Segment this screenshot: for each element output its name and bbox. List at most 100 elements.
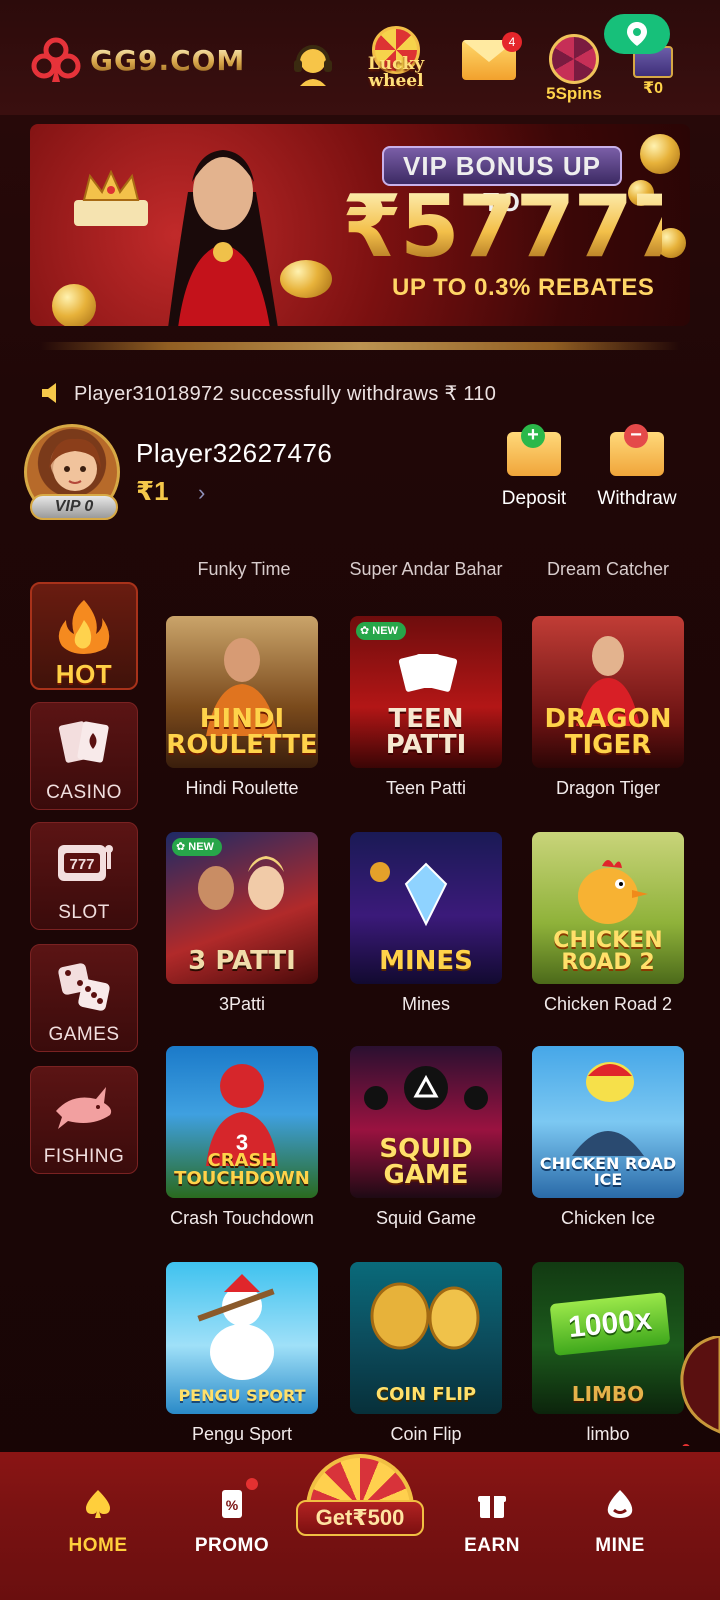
category-label: GAMES [48, 1024, 120, 1045]
chevron-right-icon[interactable]: › [198, 480, 205, 506]
game-caption: Chicken Road 2 [543, 994, 673, 1014]
vault-button[interactable]: ₹0 [630, 46, 676, 102]
category-label: HOT [55, 659, 113, 689]
tile-title: MINES [379, 946, 473, 976]
game-caption: 3Patti [218, 994, 266, 1014]
promo-banner[interactable]: VIP BONUS UP TO ₹57777 UP TO 0.3% REBATE… [30, 124, 690, 326]
game-card-hindi-roulette[interactable]: HINDI ROULETTE Hindi Roulette [166, 616, 318, 799]
nav-label: HOME [68, 1535, 128, 1556]
game-thumbnail: ✿ NEW 3 PATTI [166, 832, 318, 984]
tile-title: CHICKEN ROAD ICE [539, 1154, 677, 1189]
game-thumbnail: ✿ NEW TEEN PATTI [350, 616, 502, 768]
banner-divider [40, 342, 680, 350]
floating-promo-icon[interactable] [676, 1336, 720, 1446]
deposit-button[interactable]: + Deposit [489, 424, 579, 510]
coin-decoration [52, 284, 96, 326]
clover-logo-icon [30, 36, 82, 84]
category-label: SLOT [58, 902, 110, 923]
wallet-plus-icon: + [507, 424, 561, 476]
vault-balance: ₹0 [642, 80, 664, 97]
site-logo[interactable]: GG9.COM [30, 36, 245, 84]
lucky-wheel-label: Lucky wheel [367, 54, 425, 91]
tile-title: PENGU SPORT [178, 1386, 306, 1405]
player-name: Player32627476 [136, 438, 333, 468]
game-thumbnail: COIN FLIP [350, 1262, 502, 1414]
game-caption: Dragon Tiger [555, 778, 661, 798]
game-card-chicken-road-2[interactable]: CHICKEN ROAD 2 Chicken Road 2 [532, 832, 684, 1015]
withdraw-label: Withdraw [597, 488, 677, 509]
nav-earn[interactable]: EARN [442, 1488, 542, 1557]
game-card-crash-touchdown[interactable]: 3 CRASH TOUCHDOWN Crash Touchdown [166, 1046, 318, 1229]
get-bonus-label: Get₹500 [296, 1500, 424, 1536]
lucky-wheel-button[interactable]: Lucky wheel [364, 26, 428, 98]
category-hot[interactable]: HOT [30, 582, 138, 690]
game-caption: limbo [586, 1424, 630, 1444]
category-casino[interactable]: CASINO [30, 702, 138, 810]
game-card-limbo[interactable]: 1000x LIMBO limbo [532, 1262, 684, 1445]
game-thumbnail: HINDI ROULETTE [166, 616, 318, 768]
speaker-icon [42, 383, 56, 403]
game-card-mines[interactable]: MINES Mines [350, 832, 502, 1015]
discount-coupon-icon: % [222, 1490, 242, 1518]
category-label: CASINO [46, 782, 122, 803]
get-bonus-wheel-button[interactable]: Get₹500 [296, 1440, 424, 1548]
cutoff-caption: Funky Time [197, 559, 291, 579]
game-caption: Chicken Ice [560, 1208, 656, 1228]
game-thumbnail: 3 CRASH TOUCHDOWN [166, 1046, 318, 1198]
free-spins-button[interactable]: 5Spins [538, 34, 610, 103]
player-balance: ₹1 [136, 476, 169, 506]
spin-wheel-icon [549, 34, 599, 84]
headset-icon [294, 45, 332, 86]
game-thumbnail: PENGU SPORT [166, 1262, 318, 1414]
nav-home[interactable]: HOME [48, 1488, 148, 1557]
category-slot[interactable]: 777 SLOT [30, 822, 138, 930]
game-thumbnail: CHICKEN ROAD ICE [532, 1046, 684, 1198]
nav-mine[interactable]: MINE [570, 1488, 670, 1557]
cutoff-caption: Dream Catcher [546, 559, 670, 579]
user-profile-icon [607, 1490, 633, 1518]
tile-title: 3 PATTI [188, 946, 296, 976]
category-games[interactable]: GAMES [30, 944, 138, 1052]
tile-title: CHICKEN ROAD 2 [553, 928, 663, 975]
coin-decoration [640, 134, 680, 174]
ticker-text: Player31018972 successfully withdraws ₹ … [74, 382, 497, 405]
game-thumbnail: SQUID GAME [350, 1046, 502, 1198]
cutoff-caption: Super Andar Bahar [349, 559, 503, 579]
game-card-teen-patti[interactable]: ✿ NEW TEEN PATTI Teen Patti [350, 616, 502, 799]
playing-cards-icon [58, 721, 109, 763]
game-thumbnail: CHICKEN ROAD 2 [532, 832, 684, 984]
category-fishing[interactable]: FISHING [30, 1066, 138, 1174]
spade-icon [86, 1490, 110, 1518]
withdraw-ticker: Player31018972 successfully withdraws ₹ … [40, 378, 690, 408]
game-card-pengu-sport[interactable]: PENGU SPORT Pengu Sport [166, 1262, 318, 1445]
svg-text:%: % [226, 1497, 239, 1513]
nav-label: EARN [464, 1535, 520, 1556]
game-thumbnail: MINES [350, 832, 502, 984]
location-pill[interactable] [604, 14, 670, 54]
tile-title: SQUID GAME [379, 1134, 473, 1190]
logo-text: GG9.COM [90, 43, 246, 77]
game-card-coin-flip[interactable]: COIN FLIP Coin Flip [350, 1262, 502, 1445]
nav-promo[interactable]: % PROMO [182, 1488, 282, 1557]
game-card-chicken-ice[interactable]: CHICKEN ROAD ICE Chicken Ice [532, 1046, 684, 1229]
dice-icon [58, 963, 110, 1011]
game-thumbnail: DRAGON TIGER [532, 616, 684, 768]
shark-icon [56, 1087, 112, 1129]
nav-label: PROMO [194, 1535, 270, 1556]
vip-level-badge: VIP 0 [30, 494, 118, 520]
customer-support-button[interactable] [288, 38, 338, 88]
rebates-text: UP TO 0.3% REBATES [392, 274, 655, 301]
tile-title: COIN FLIP [375, 1384, 477, 1405]
game-card-3patti[interactable]: ✿ NEW 3 PATTI 3Patti [166, 832, 318, 1015]
messages-button[interactable]: 4 [462, 32, 522, 84]
withdraw-button[interactable]: − Withdraw [592, 424, 682, 510]
svg-text:777: 777 [69, 856, 94, 873]
wallet-minus-icon: − [610, 424, 664, 476]
game-card-dragon-tiger[interactable]: DRAGON TIGER Dragon Tiger [532, 616, 684, 799]
location-pin-icon [627, 22, 647, 46]
game-caption: Mines [401, 994, 450, 1014]
multiplier-plate: 1000x [549, 1292, 671, 1356]
game-caption: Teen Patti [385, 778, 467, 798]
unread-badge: 4 [502, 32, 522, 52]
game-card-squid-game[interactable]: SQUID GAME Squid Game [350, 1046, 502, 1229]
